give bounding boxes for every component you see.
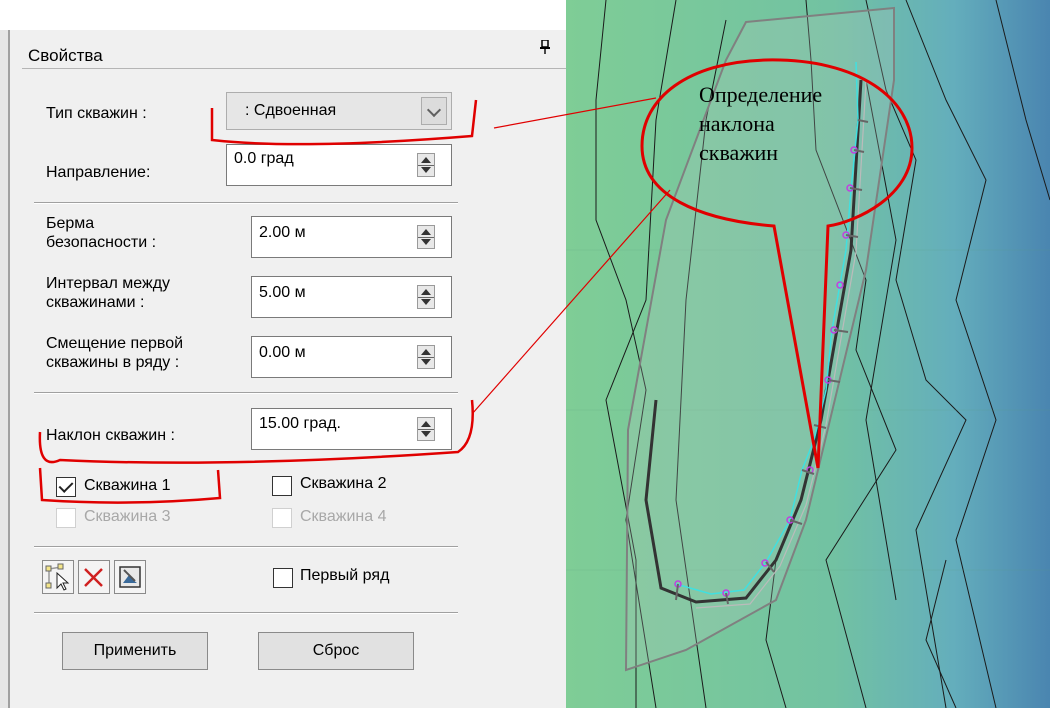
- callout-line-1: [493, 97, 657, 129]
- well-type-highlight: [210, 99, 478, 146]
- callout-line-2: [471, 189, 671, 415]
- incline-highlight: [38, 399, 474, 464]
- callout-text: Определение наклона скважин: [699, 82, 823, 165]
- well-1-highlight: [38, 467, 222, 504]
